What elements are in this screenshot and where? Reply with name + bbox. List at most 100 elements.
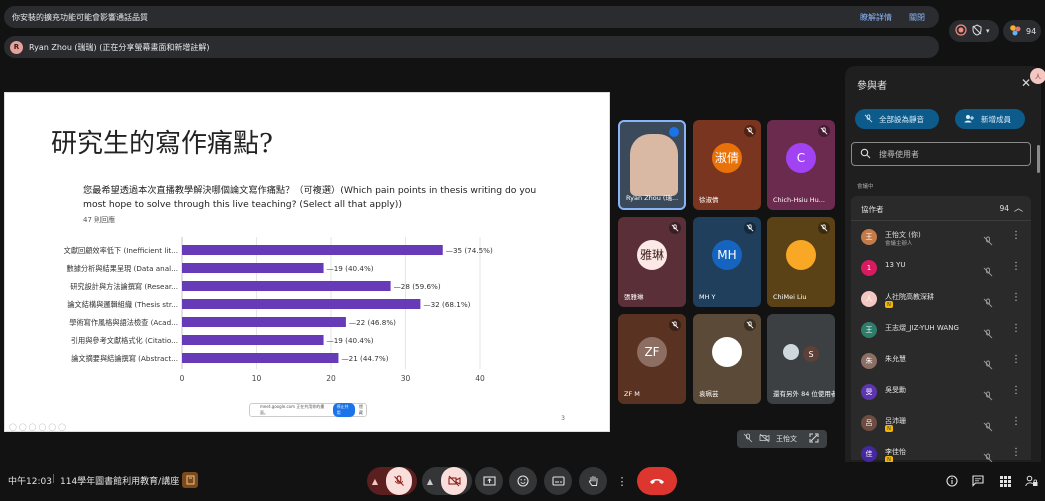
participant-list-item[interactable]: 佳李佳怡 N ⋮ xyxy=(851,439,1031,462)
more-vert-icon[interactable]: ⋮ xyxy=(1011,323,1021,334)
raise-hand-button[interactable] xyxy=(579,467,607,495)
extension-warning-banner: 你安裝的擴充功能可能會影響通話品質 瞭解詳情 關閉 xyxy=(4,6,939,28)
more-vert-icon[interactable]: ⋮ xyxy=(1011,292,1021,303)
participant-role: 會議主辦人 xyxy=(885,241,913,247)
participant-name: Chich-Hsiu Hu... xyxy=(773,196,825,204)
present-screen-button[interactable] xyxy=(475,467,503,495)
presenter-banner: R Ryan Zhou (瑞瑞) (正在分享螢幕畫面和新增註解) xyxy=(4,36,939,58)
mic-off-icon xyxy=(864,113,873,125)
chevron-up-icon[interactable]: ︿ xyxy=(1014,201,1023,214)
learn-more-link[interactable]: 瞭解詳情 xyxy=(860,12,892,23)
mic-off-icon xyxy=(744,222,756,234)
category-label: 學術寫作風格與語法檢查 (Acad... xyxy=(69,318,178,327)
x-tick-label: 10 xyxy=(252,374,262,383)
mute-all-label: 全部設為靜音 xyxy=(879,114,924,124)
participant-tile[interactable]: Ryan Zhou (瑞... xyxy=(618,120,686,210)
more-vert-icon[interactable]: ⋮ xyxy=(1011,416,1021,427)
participant-list-item[interactable]: 人人社院高教深耕 N ⋮ xyxy=(851,284,1031,314)
x-tick-label: 40 xyxy=(475,374,485,383)
more-vert-icon[interactable]: ⋮ xyxy=(1011,385,1021,396)
participant-tile[interactable]: ChiMei Liu xyxy=(767,217,835,307)
category-label: 數據分析與結果呈現 (Data anal... xyxy=(67,264,178,273)
mic-off-icon xyxy=(983,262,993,281)
category-label: 論文摘要與結論撰寫 (Abstract... xyxy=(71,354,178,363)
avatar: 佳 xyxy=(861,446,877,462)
recording-controls[interactable]: ▾ xyxy=(949,20,999,42)
mute-all-button[interactable]: 全部設為靜音 xyxy=(855,109,939,129)
participant-tile[interactable]: 淑倩 徐淑倩 xyxy=(693,120,761,210)
more-options-button[interactable]: ⋮ xyxy=(613,467,631,495)
chat-button[interactable] xyxy=(969,472,987,490)
participant-list-item[interactable]: 呂呂沛珊 N ⋮ xyxy=(851,408,1031,438)
participant-name: 人社院高教深耕 xyxy=(885,293,934,301)
host-controls-button[interactable] xyxy=(1022,472,1040,490)
participant-list-item[interactable]: 1 13 YU ⋮ xyxy=(851,253,1031,283)
participant-list-item[interactable]: 王王怡文 (你) 會議主辦人 ⋮ xyxy=(851,222,1031,252)
meeting-info-badge[interactable] xyxy=(182,472,198,488)
participant-tile[interactable]: 袁珮芸 xyxy=(693,314,761,404)
participant-list-item[interactable]: 王王志熠_JIZ-YUH WANG ⋮ xyxy=(851,315,1031,345)
avatar: 王 xyxy=(861,229,877,245)
participant-tile[interactable]: ZF ZF M xyxy=(618,314,686,404)
hide-button[interactable]: 隱藏 xyxy=(359,404,366,416)
emoji-icon xyxy=(517,475,529,487)
participant-tile[interactable]: MH MH Y xyxy=(693,217,761,307)
search-participants-input[interactable]: 搜尋使用者 xyxy=(851,142,1031,166)
participant-list-item[interactable]: 旻吳旻勳 ⋮ xyxy=(851,377,1031,407)
camera-off-button[interactable] xyxy=(441,467,468,495)
participant-name: 王志熠_JIZ-YUH WANG xyxy=(885,324,959,332)
microphone-group[interactable]: ▲ xyxy=(367,467,417,495)
add-people-button[interactable]: 新增成員 xyxy=(955,109,1025,129)
avatar: 人 xyxy=(861,291,877,307)
close-banner-link[interactable]: 關閉 xyxy=(909,12,925,23)
more-vert-icon[interactable]: ⋮ xyxy=(1011,230,1021,241)
chevron-up-icon[interactable]: ▲ xyxy=(427,477,433,486)
add-people-label: 新增成員 xyxy=(981,114,1011,124)
participant-name: ChiMei Liu xyxy=(773,293,807,301)
new-badge-icon: N xyxy=(885,425,893,432)
participant-name: Ryan Zhou (瑞... xyxy=(626,194,679,202)
more-vert-icon[interactable]: ⋮ xyxy=(1011,261,1021,272)
hand-icon xyxy=(588,476,597,486)
presenter-video xyxy=(630,134,678,196)
participant-tile[interactable]: C Chich-Hsiu Hu... xyxy=(767,120,835,210)
mic-off-icon xyxy=(818,222,830,234)
mic-off-icon xyxy=(983,417,993,436)
expand-icon[interactable] xyxy=(809,433,819,445)
data-label: —22 (46.8%) xyxy=(349,318,396,327)
presenter-avatar: R xyxy=(10,40,23,54)
participant-list-item[interactable]: 朱朱允慧 ⋮ xyxy=(851,346,1031,376)
data-label: —32 (68.1%) xyxy=(423,300,470,309)
collaborators-heading[interactable]: 協作者 xyxy=(861,204,884,215)
participant-tile[interactable]: S 還有另外 84 位使用者 xyxy=(767,314,835,404)
presenter-status-text: Ryan Zhou (瑞瑞) (正在分享螢幕畫面和新增註解) xyxy=(29,42,210,52)
activities-button[interactable] xyxy=(996,472,1014,490)
captions-button[interactable] xyxy=(544,467,572,495)
chevron-up-icon[interactable]: ▲ xyxy=(372,477,378,486)
new-badge-icon: N xyxy=(885,456,893,462)
category-label: 文獻回顧效率低下 (Inefficient lit... xyxy=(64,246,178,255)
participant-name: MH Y xyxy=(699,293,716,301)
x-tick-label: 20 xyxy=(326,374,336,383)
mic-off-icon xyxy=(744,125,756,137)
annotation-toolbar[interactable]: ◯◯◯◯◯◯ xyxy=(9,423,68,431)
floating-avatar[interactable]: 人 xyxy=(1030,68,1045,84)
panel-scrollbar[interactable] xyxy=(1037,145,1040,173)
participants-count-chip[interactable]: 94 xyxy=(1003,20,1041,42)
people-icon xyxy=(1008,24,1022,38)
leave-call-button[interactable] xyxy=(637,467,677,495)
stop-sharing-button[interactable]: 停止共用 xyxy=(332,403,355,417)
mic-off-icon xyxy=(983,448,993,462)
camera-off-icon xyxy=(759,433,770,445)
more-vert-icon[interactable]: ⋮ xyxy=(1011,447,1021,458)
meeting-details-button[interactable] xyxy=(943,472,961,490)
reactions-button[interactable] xyxy=(509,467,537,495)
camera-group[interactable]: ▲ xyxy=(422,467,472,495)
participant-tile[interactable]: 雅琳 張雅琳 xyxy=(618,217,686,307)
self-view-bar[interactable]: 王怡文 xyxy=(737,430,827,448)
more-vert-icon[interactable]: ⋮ xyxy=(1011,354,1021,365)
participant-name: 13 YU xyxy=(885,261,906,269)
search-icon xyxy=(860,148,871,161)
mic-muted-button[interactable] xyxy=(386,467,413,495)
mic-off-icon xyxy=(983,355,993,374)
